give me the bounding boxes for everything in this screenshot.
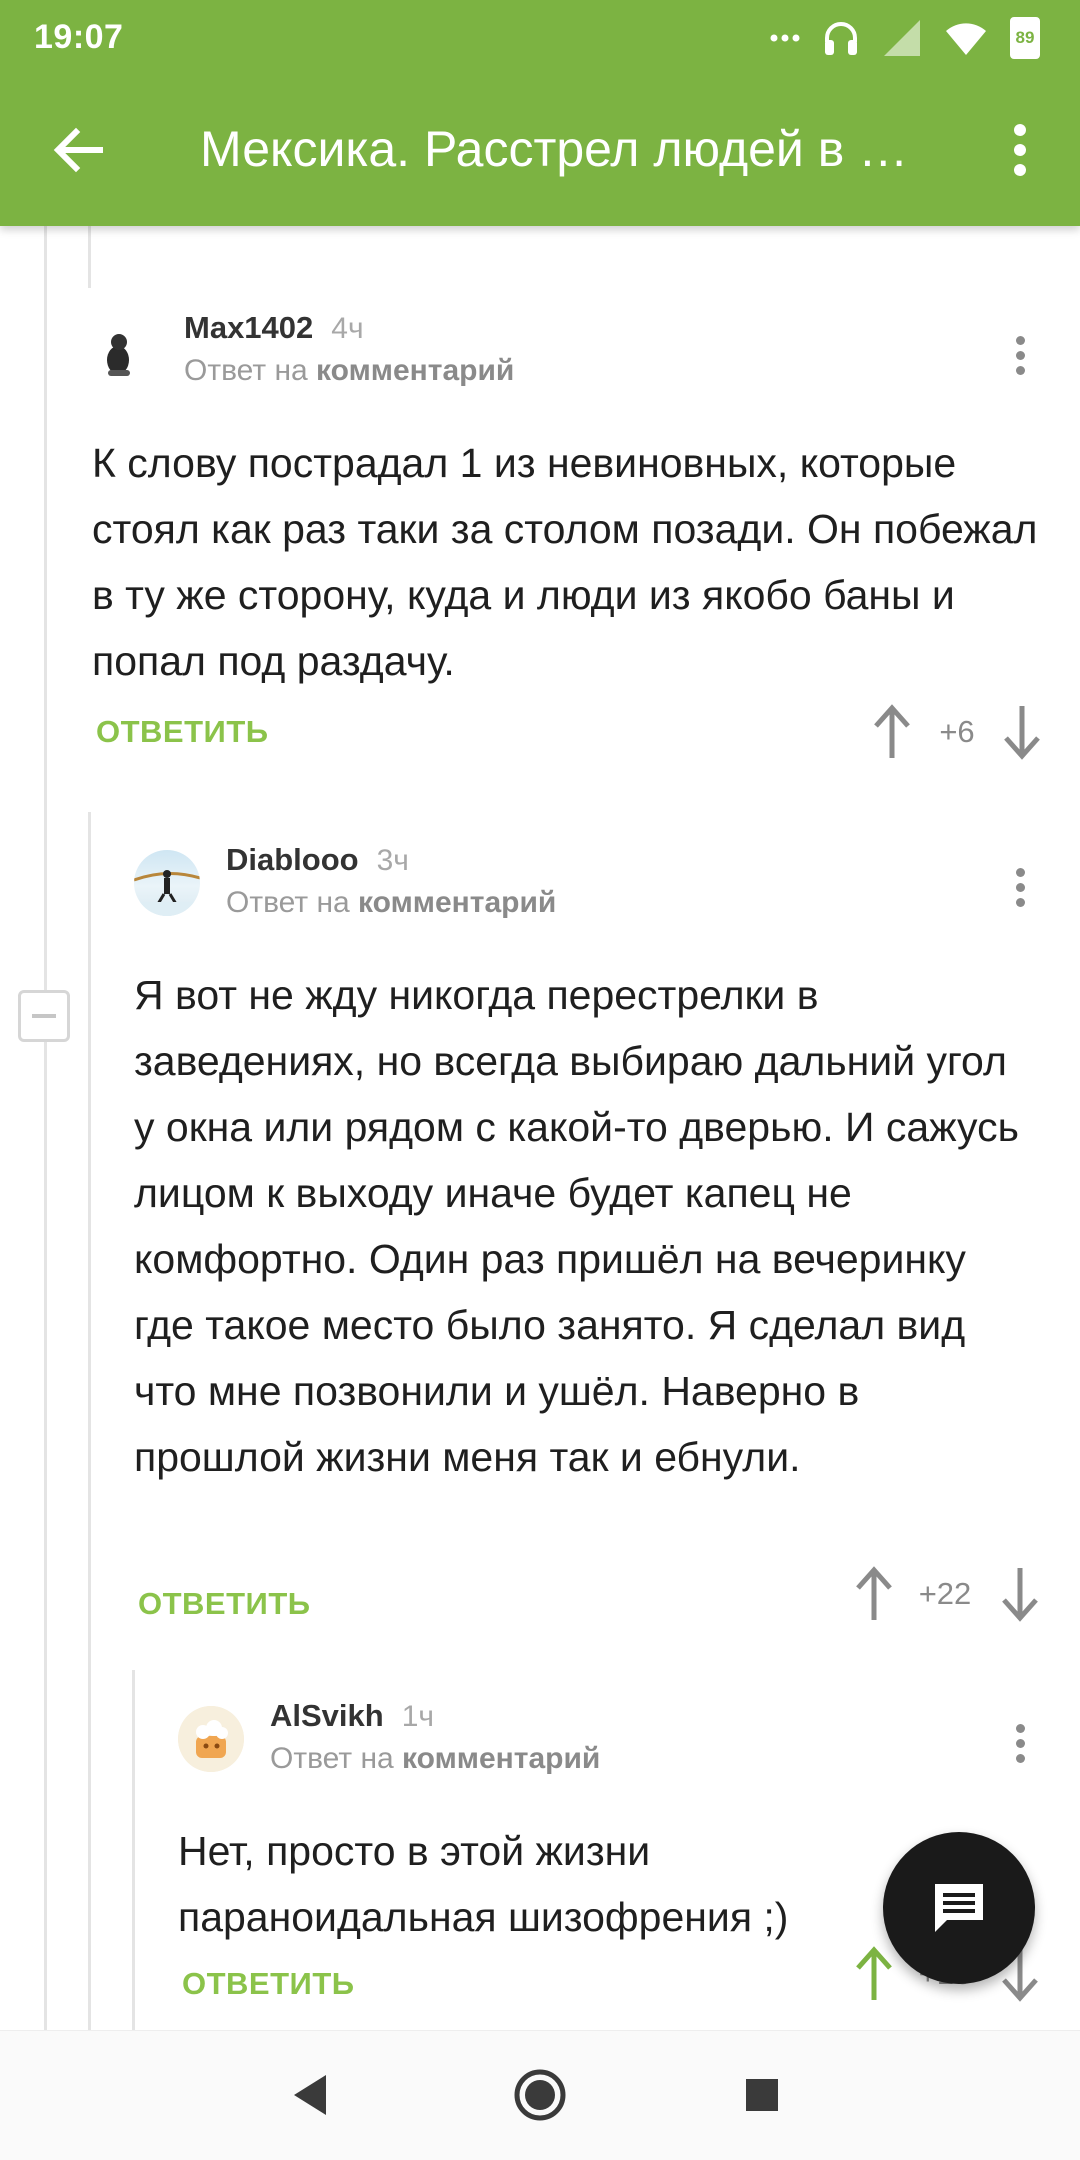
comment-more-button[interactable] (1008, 1720, 1032, 1770)
write-comment-fab[interactable] (883, 1832, 1035, 1984)
more-notifications-icon (770, 34, 800, 42)
comment-text: К слову пострадал 1 из невиновных, котор… (92, 440, 1038, 684)
vote-controls: +6 (872, 704, 1052, 764)
reply-button[interactable]: ОТВЕТИТЬ (96, 714, 269, 750)
page-title: Мексика. Расстрел людей в баре (200, 121, 920, 177)
thread-line-level-1 (44, 226, 47, 2030)
comment: Max1402 4ч Ответ на комментарий К слову п… (92, 310, 1042, 778)
comment-rating: +22 (918, 1576, 972, 1611)
nav-recents-icon[interactable] (730, 2063, 794, 2127)
thread-line-level-2 (88, 812, 91, 2030)
comment-text: Я вот не жду никогда перестрелки в завед… (134, 972, 1019, 1480)
comment: Diablooo 3ч Ответ на комментарий Я вот не… (134, 842, 1044, 1630)
reply-button[interactable]: ОТВЕТИТЬ (138, 1586, 311, 1622)
wifi-icon (946, 23, 986, 55)
collapse-thread-button[interactable] (18, 990, 70, 1042)
thread-line-level-3 (132, 1670, 135, 2030)
reply-prefix: Ответ на (184, 354, 308, 387)
avatar[interactable] (134, 850, 200, 916)
status-time: 19:07 (34, 18, 124, 56)
arrow-up-icon[interactable] (854, 1566, 894, 1622)
reply-prefix: Ответ на (270, 1742, 394, 1775)
more-vertical-icon[interactable] (1000, 118, 1040, 182)
reply-target[interactable]: комментарий (358, 886, 556, 919)
comment-time: 1ч (401, 1700, 435, 1733)
comment-author[interactable]: Max1402 4ч (184, 310, 364, 346)
arrow-left-icon[interactable] (46, 118, 110, 182)
comment-author[interactable]: Diablooo 3ч (226, 842, 409, 878)
comment-more-button[interactable] (1008, 332, 1032, 382)
arrow-down-icon[interactable] (1002, 704, 1042, 760)
vote-controls: +22 (854, 1566, 1054, 1626)
top-app-bar: 19:07 89 Мексика. Расстрел людей в баре (0, 0, 1080, 226)
nav-home-icon[interactable] (508, 2063, 572, 2127)
author-name[interactable]: Diablooo (226, 842, 359, 877)
headphones-icon (825, 22, 857, 55)
reply-to[interactable]: Ответ на комментарий (226, 886, 556, 920)
status-icons: 89 (770, 14, 1040, 62)
battery-icon: 89 (1010, 17, 1040, 59)
reply-prefix: Ответ на (226, 886, 350, 919)
reply-target[interactable]: комментарий (402, 1742, 600, 1775)
comment-more-button[interactable] (1008, 864, 1032, 914)
app-bar: Мексика. Расстрел людей в баре (0, 76, 1080, 226)
reply-button[interactable]: ОТВЕТИТЬ (182, 1966, 355, 2002)
comment-icon (935, 1884, 983, 1932)
comment-author[interactable]: AlSvikh 1ч (270, 1698, 434, 1734)
status-bar: 19:07 89 (0, 0, 1080, 76)
comment-time: 4ч (331, 312, 364, 345)
avatar[interactable] (92, 318, 158, 384)
arrow-up-icon[interactable] (854, 1946, 894, 2002)
thread-line-level-2 (88, 226, 91, 288)
arrow-up-icon[interactable] (872, 704, 912, 760)
arrow-down-icon[interactable] (1000, 1566, 1040, 1622)
avatar[interactable] (178, 1706, 244, 1772)
signal-icon (884, 20, 920, 56)
comment-rating: +6 (939, 714, 975, 749)
nav-back-icon[interactable] (280, 2063, 344, 2127)
reply-to[interactable]: Ответ на комментарий (184, 354, 514, 388)
comment-time: 3ч (376, 844, 409, 877)
battery-level: 89 (1015, 28, 1035, 47)
author-name[interactable]: Max1402 (184, 310, 313, 345)
system-navigation-bar (0, 2030, 1080, 2160)
author-name[interactable]: AlSvikh (270, 1698, 384, 1733)
reply-target[interactable]: комментарий (316, 354, 514, 387)
reply-to[interactable]: Ответ на комментарий (270, 1742, 600, 1776)
comment-text: Нет, просто в этой жизни параноидальная … (178, 1828, 789, 1940)
